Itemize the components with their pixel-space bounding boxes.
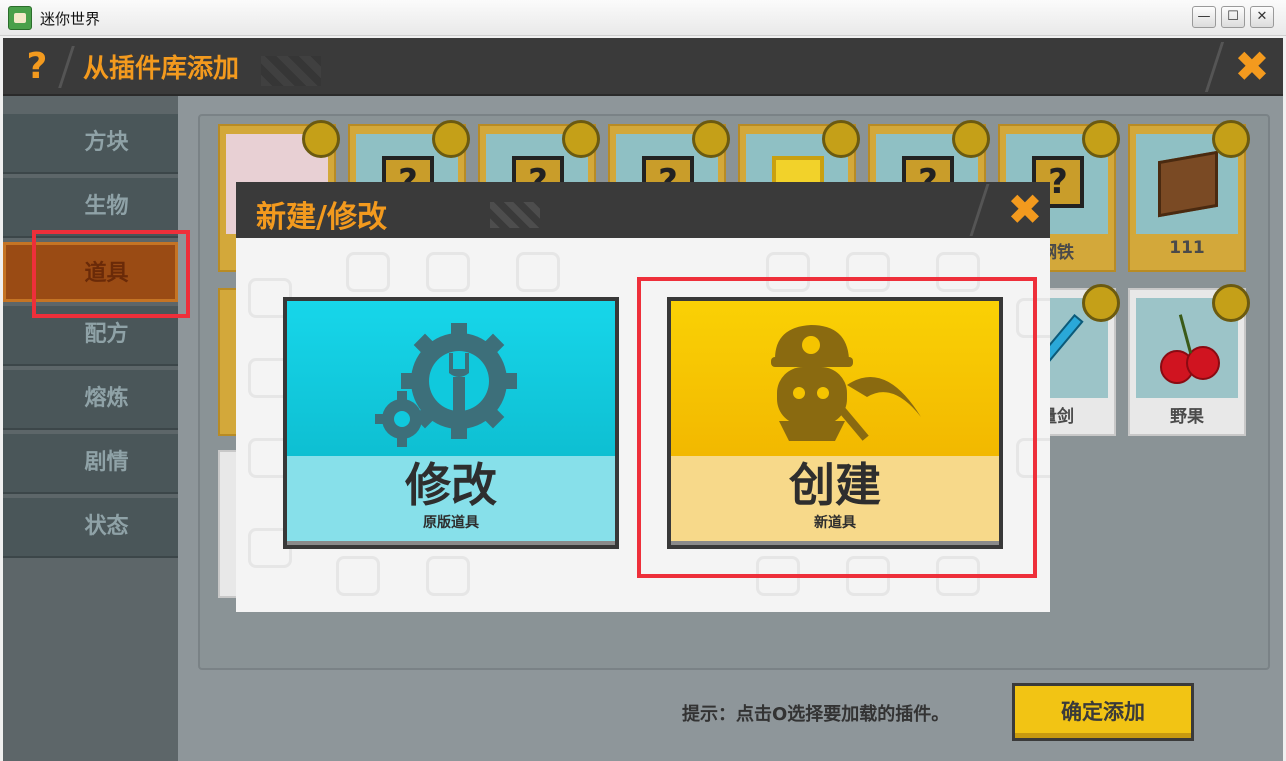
sidebar-item-blocks[interactable]: 方块 [3,114,178,174]
sidebar-item-creatures[interactable]: 生物 [3,178,178,238]
hint-text: 提示：点击O选择要加载的插件。 [682,704,950,725]
select-radio[interactable] [562,120,600,158]
app-logo-icon [8,6,32,30]
header-divider [58,46,75,88]
plugin-caption: 111 [1169,238,1205,258]
modify-sublabel: 原版道具 [423,515,479,531]
window-titlebar: 迷你世界 — ☐ ✕ [0,0,1286,36]
modify-card[interactable]: 修改 原版道具 [283,297,619,549]
page-title: 从插件库添加 [83,54,240,84]
modal-header: 新建/修改 ✖ [236,182,1050,238]
select-radio[interactable] [1212,120,1250,158]
select-radio[interactable] [692,120,730,158]
sidebar-item-status[interactable]: 状态 [3,498,178,558]
header-divider-right [1204,42,1225,92]
select-radio[interactable] [822,120,860,158]
maximize-button[interactable]: ☐ [1221,6,1245,28]
select-radio[interactable] [1082,120,1120,158]
header-close-button[interactable]: ✖ [1227,44,1277,90]
window-title: 迷你世界 [40,10,101,28]
plugin-library-header: ? 从插件库添加 ✖ [3,38,1283,96]
checker-decoration [490,202,540,228]
highlight-box-create [637,277,1037,578]
crate-icon [1158,150,1218,218]
help-button[interactable]: ? [15,46,59,88]
select-radio[interactable] [432,120,470,158]
select-radio[interactable] [302,120,340,158]
modify-label: 修改 [405,458,497,512]
gears-icon [375,323,517,447]
modal-close-button[interactable]: ✖ [1002,184,1048,236]
sidebar-item-plot[interactable]: 剧情 [3,434,178,494]
select-radio[interactable] [952,120,990,158]
select-radio[interactable] [1082,284,1120,322]
select-radio[interactable] [1212,284,1250,322]
checker-decoration [261,56,321,86]
modal-title: 新建/修改 [256,200,387,235]
window-close-button[interactable]: ✕ [1250,6,1274,28]
minimize-button[interactable]: — [1192,6,1216,28]
sidebar-item-smelting[interactable]: 熔炼 [3,370,178,430]
modal-header-divider [969,184,990,236]
highlight-box-items [32,230,190,318]
confirm-add-button[interactable]: 确定添加 [1012,683,1194,741]
plugin-caption: 野果 [1170,407,1204,427]
